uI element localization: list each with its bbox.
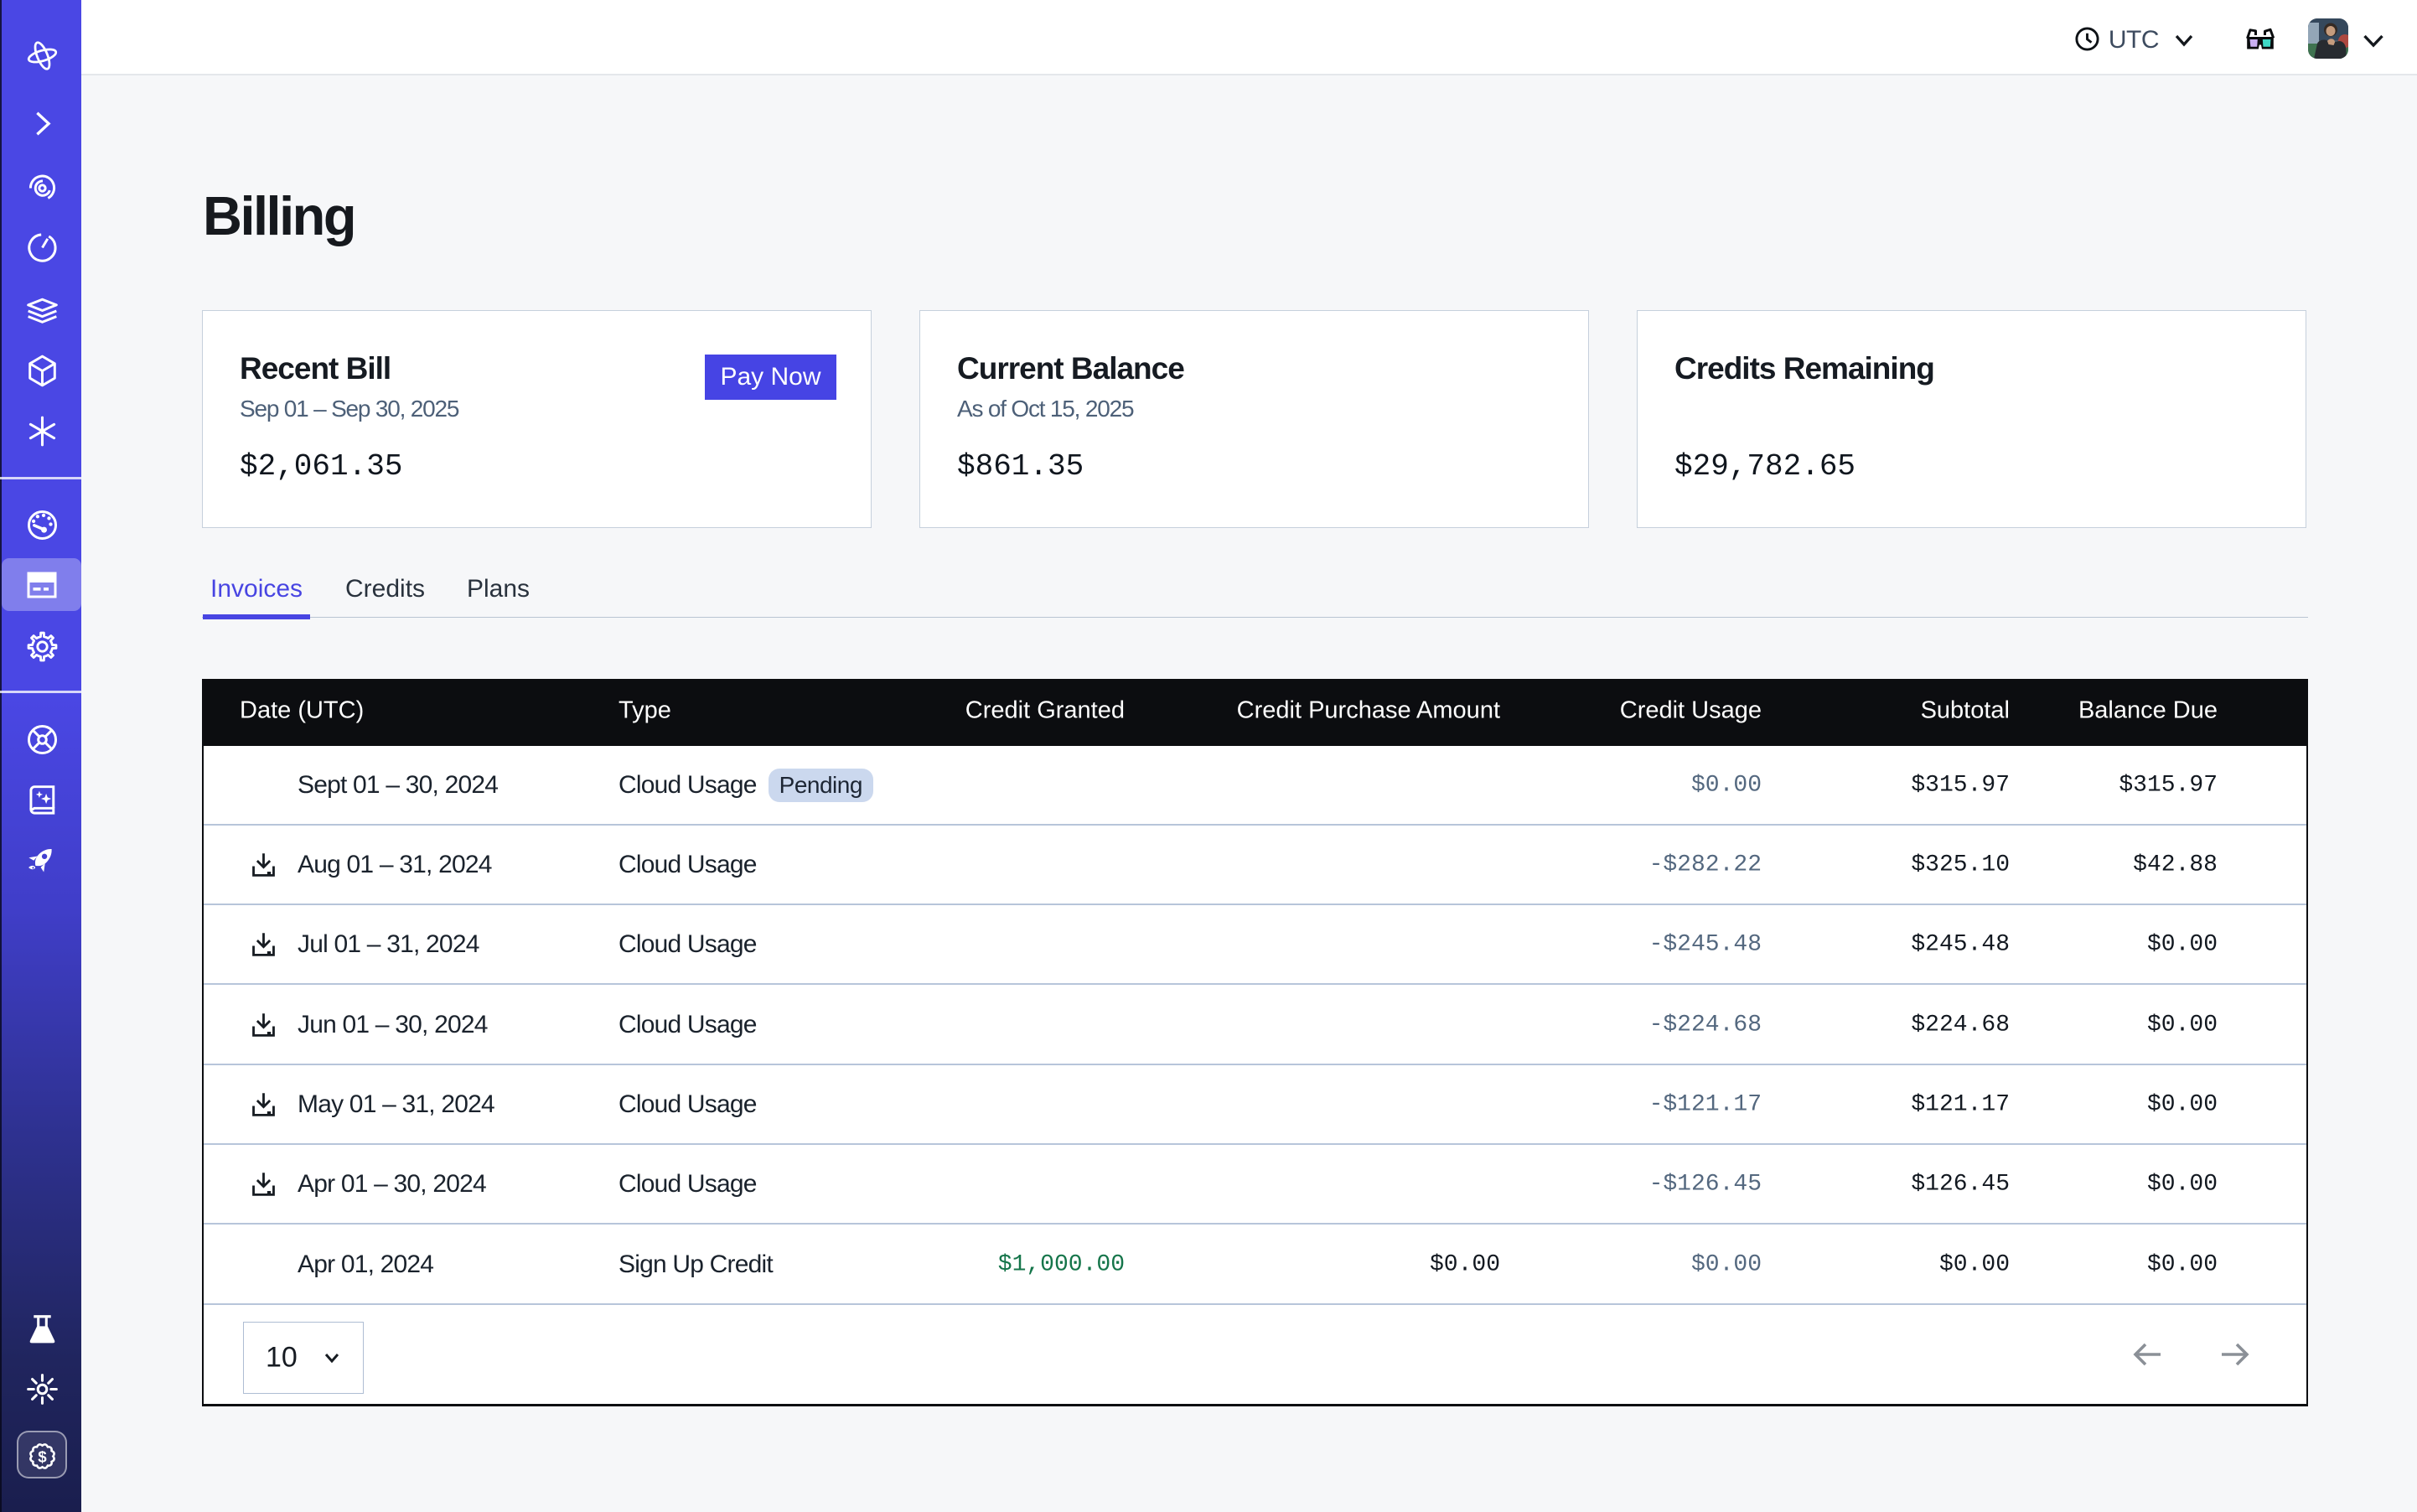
svg-text:$: $ — [38, 1447, 47, 1465]
